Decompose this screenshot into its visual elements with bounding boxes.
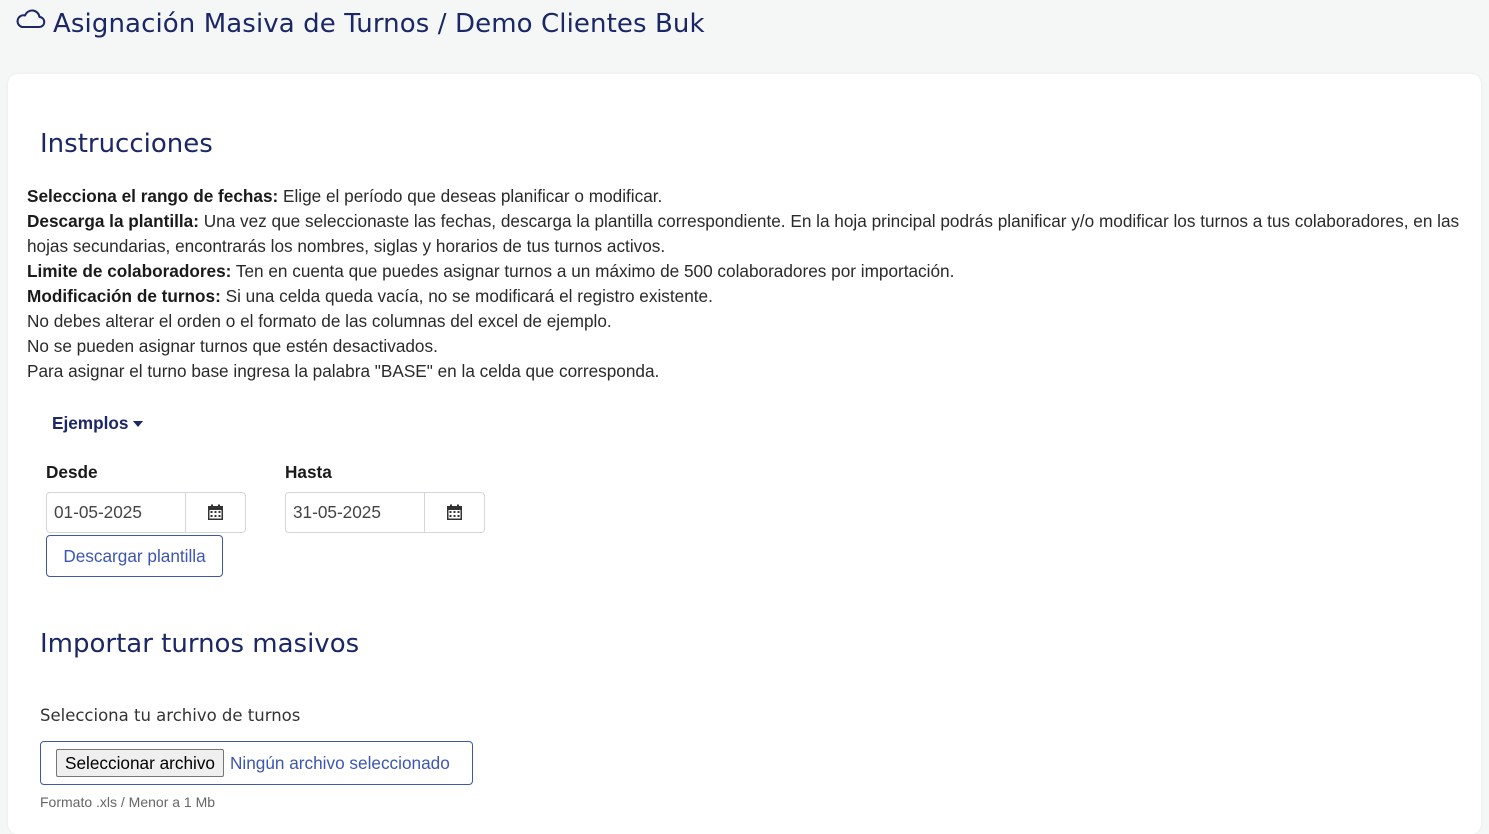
calendar-icon	[447, 504, 462, 520]
instruction-item: Limite de colaboradores: Ten en cuenta q…	[27, 261, 955, 281]
to-date-label: Hasta	[285, 462, 332, 482]
page-title: Asignación Masiva de Turnos / Demo Clien…	[53, 9, 705, 39]
select-file-button[interactable]: Seleccionar archivo	[56, 749, 224, 777]
file-label: Selecciona tu archivo de turnos	[40, 706, 301, 725]
instruction-note: Para asignar el turno base ingresa la pa…	[27, 361, 660, 381]
download-template-button[interactable]: Descargar plantilla	[46, 535, 223, 577]
to-date-group	[285, 492, 485, 533]
instructions-list: Selecciona el rango de fechas: Elige el …	[27, 184, 1467, 384]
calendar-icon	[208, 504, 223, 520]
from-calendar-button[interactable]	[186, 493, 245, 532]
instructions-title: Instrucciones	[40, 129, 213, 159]
instruction-item: Modificación de turnos: Si una celda que…	[27, 286, 713, 306]
to-date-input[interactable]	[286, 493, 425, 532]
examples-label: Ejemplos	[52, 413, 129, 433]
from-date-label: Desde	[46, 462, 98, 482]
from-date-input[interactable]	[47, 493, 186, 532]
examples-toggle[interactable]: Ejemplos	[52, 413, 144, 434]
file-upload-field[interactable]: Seleccionar archivo Ningún archivo selec…	[40, 741, 473, 785]
instruction-item: Descarga la plantilla: Una vez que selec…	[27, 211, 1460, 256]
caret-down-icon	[133, 420, 144, 427]
to-calendar-button[interactable]	[425, 493, 484, 532]
main-card: Instrucciones Selecciona el rango de fec…	[8, 74, 1481, 834]
file-format-hint: Formato .xls / Menor a 1 Mb	[40, 794, 216, 810]
instruction-note: No se pueden asignar turnos que estén de…	[27, 336, 438, 356]
from-date-group	[46, 492, 246, 533]
instruction-note: No debes alterar el orden o el formato d…	[27, 311, 612, 331]
page-header: Asignación Masiva de Turnos / Demo Clien…	[14, 4, 705, 44]
import-title: Importar turnos masivos	[40, 629, 360, 659]
cloud-icon	[14, 9, 53, 35]
file-status: Ningún archivo seleccionado	[230, 752, 450, 773]
instruction-item: Selecciona el rango de fechas: Elige el …	[27, 186, 663, 206]
